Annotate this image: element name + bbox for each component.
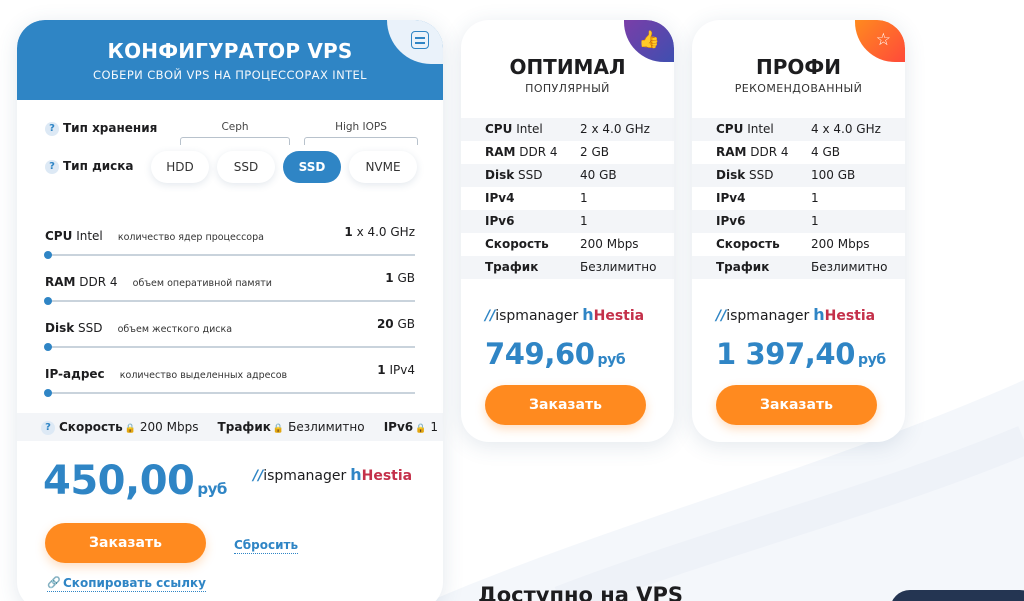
slider-disk-qualifier: SSD: [78, 321, 103, 335]
slider-ip-track[interactable]: [45, 392, 415, 394]
plan1-spec-traffic: Трафик Безлимитно: [461, 256, 674, 279]
disk-type-row: ? Тип диска: [45, 159, 134, 174]
slider-cpu-value: 1 x 4.0 GHz: [344, 225, 415, 239]
slider-cpu: CPU Intel количество ядер процессора 1 x…: [44, 225, 415, 259]
slider-cpu-desc: количество ядер процессора: [117, 232, 264, 243]
lock-icon: 🔒: [124, 424, 136, 434]
ispmanager-hestia-logo: //ispmanager hHestia: [253, 465, 413, 484]
disk-option-hdd[interactable]: HDD: [151, 151, 209, 183]
copy-link[interactable]: 🔗 Скопировать ссылку: [47, 576, 206, 592]
slider-disk-track[interactable]: [45, 346, 415, 348]
slider-ip-name: IP-адрес: [45, 367, 105, 381]
plan1-spec-speed: Скорость 200 Mbps: [485, 237, 639, 251]
plan1-name: ОПТИМАЛ: [509, 55, 626, 79]
plan2-spec-disk: Disk SSD 100 GB: [692, 164, 905, 187]
ispmanager-hestia-logo: //ispmanager hHestia: [485, 305, 645, 324]
plan2-spec-speed: Скорость 200 Mbps: [716, 237, 870, 251]
plan1-spec-ipv4: IPv4 1: [485, 191, 588, 205]
slider-disk-name: Disk: [45, 321, 75, 335]
section-heading: Доступно на VPS: [478, 583, 683, 601]
configurator-title: КОНФИГУРАТОР VPS: [107, 39, 353, 63]
slider-ram-handle[interactable]: [44, 297, 52, 305]
plan2-price: 1 397,40 руб: [716, 337, 886, 371]
slider-ip: IP-адрес количество выделенных адресов 1…: [44, 363, 415, 397]
plan1-spec-cpu: CPU Intel 2 x 4.0 GHz: [461, 118, 674, 141]
slider-disk-desc: объем жесткого диска: [117, 324, 233, 335]
order-button[interactable]: Заказать: [45, 523, 206, 563]
slider-cpu-qualifier: Intel: [76, 229, 103, 243]
ipv6-value: 1: [430, 420, 438, 434]
settings-sliders-icon: [411, 31, 429, 49]
speed-label: Скорость: [59, 420, 123, 434]
plan2-spec-ram: RAM DDR 44 GB: [716, 145, 840, 159]
plan1-price: 749,60 руб: [485, 337, 626, 371]
storage-type-row: ? Тип хранения: [45, 121, 157, 136]
configurator-header: КОНФИГУРАТОР VPS СОБЕРИ СВОЙ VPS НА ПРОЦ…: [17, 20, 443, 100]
slider-disk: Disk SSD объем жесткого диска 20 GB: [44, 317, 415, 351]
vps-configurator-card: КОНФИГУРАТОР VPS СОБЕРИ СВОЙ VPS НА ПРОЦ…: [17, 20, 443, 601]
plan1-order-button[interactable]: Заказать: [485, 385, 646, 425]
configurator-price: 450,00 руб: [43, 458, 227, 504]
slider-ip-handle[interactable]: [44, 389, 52, 397]
slider-ram-desc: объем оперативной памяти: [132, 278, 272, 289]
disk-option-nvme[interactable]: NVME: [349, 151, 417, 183]
plan1-spec-disk: Disk SSD 40 GB: [461, 164, 674, 187]
link-icon: 🔗: [47, 576, 61, 589]
plan2-spec-table: CPU Intel 4 x 4.0 GHz RAM DDR 44 GB Disk …: [692, 118, 905, 279]
included-specs-bar: ? Скорость 🔒 200 Mbps Трафик 🔒 Безлимитно IPv…: [17, 413, 443, 441]
slider-ram-name: RAM: [45, 275, 76, 289]
slider-cpu-handle[interactable]: [44, 251, 52, 259]
plan-card-profi: ☆ ПРОФИ РЕКОМЕНДОВАННЫЙ CPU Intel 4 x 4.0…: [692, 20, 905, 442]
slider-ram-qualifier: DDR 4: [79, 275, 118, 289]
plan1-spec-table: CPU Intel 2 x 4.0 GHz RAM DDR 42 GB Disk …: [461, 118, 674, 279]
help-icon[interactable]: ?: [41, 420, 55, 435]
traffic-label: Трафик: [217, 420, 271, 434]
slider-ram-value: 1 GB: [385, 271, 415, 285]
slider-disk-value: 20 GB: [376, 317, 415, 331]
plan2-spec-cpu: CPU Intel 4 x 4.0 GHz: [692, 118, 905, 141]
help-icon[interactable]: ?: [45, 159, 59, 174]
lock-icon: 🔒: [415, 424, 427, 434]
plan-card-optimal: 👍 ОПТИМАЛ ПОПУЛЯРНЫЙ CPU Intel 2 x 4.0 GH…: [461, 20, 674, 442]
storage-group-high-iops: High IOPS: [335, 121, 387, 133]
slider-ip-desc: количество выделенных адресов: [119, 370, 288, 381]
disk-option-ssd-high-iops[interactable]: SSD: [283, 151, 341, 183]
plan1-tag: ПОПУЛЯРНЫЙ: [525, 82, 610, 95]
reset-link[interactable]: Сбросить: [234, 538, 299, 554]
plan2-spec-ipv6: IPv6 1: [692, 210, 905, 233]
disk-type-label: Тип диска: [63, 159, 134, 173]
ceph-bracket: [180, 137, 290, 145]
star-icon: ☆: [875, 30, 891, 50]
thumbs-up-icon: 👍: [638, 30, 660, 50]
high-iops-bracket: [304, 137, 418, 145]
plan1-spec-ram: RAM DDR 42 GB: [485, 145, 609, 159]
slider-ram-track[interactable]: [45, 300, 415, 302]
slider-ram: RAM DDR 4 объем оперативной памяти 1 GB: [44, 271, 415, 305]
plan2-spec-ipv4: IPv4 1: [716, 191, 819, 205]
slider-cpu-track[interactable]: [45, 254, 415, 256]
traffic-value: Безлимитно: [288, 420, 365, 434]
plan1-spec-ipv6: IPv6 1: [461, 210, 674, 233]
slider-cpu-name: CPU: [45, 229, 73, 243]
ipv6-label: IPv6: [383, 420, 414, 434]
plan2-order-button[interactable]: Заказать: [716, 385, 877, 425]
plan2-tag: РЕКОМЕНДОВАННЫЙ: [734, 82, 863, 95]
disk-option-ssd-ceph[interactable]: SSD: [217, 151, 275, 183]
speed-value: 200 Mbps: [139, 420, 199, 434]
dark-pill-button[interactable]: [890, 590, 1024, 601]
storage-group-ceph: Ceph: [221, 121, 249, 133]
lock-icon: 🔒: [272, 424, 285, 434]
plan2-spec-traffic: Трафик Безлимитно: [692, 256, 905, 279]
storage-type-label: Тип хранения: [63, 121, 158, 135]
ispmanager-hestia-logo: //ispmanager hHestia: [716, 305, 876, 324]
slider-ip-value: 1 IPv4: [377, 363, 415, 377]
configurator-subtitle: СОБЕРИ СВОЙ VPS НА ПРОЦЕССОРАХ INTEL: [93, 68, 367, 82]
slider-disk-handle[interactable]: [44, 343, 52, 351]
currency-label: руб: [197, 480, 227, 498]
help-icon[interactable]: ?: [45, 121, 59, 136]
plan2-name: ПРОФИ: [756, 55, 841, 79]
